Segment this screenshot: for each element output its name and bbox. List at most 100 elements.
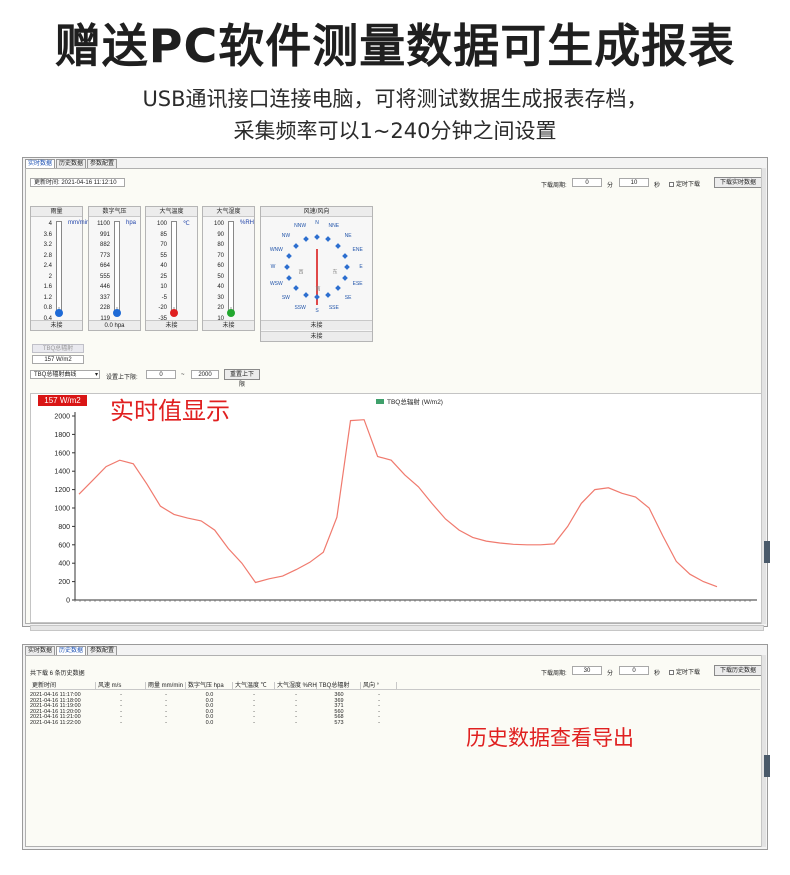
range-high-input[interactable]: 2000 (191, 370, 219, 379)
gauge-tick-label: 25 (160, 273, 167, 280)
y-tick-label: 600 (58, 542, 70, 549)
history-panel: 共下载 6 条历史数据 下载周期: 30 分 0 秒 定时下载 下载历史数据 更… (25, 655, 765, 847)
gauge-title: 数字气压 (89, 207, 140, 217)
gauge-tick-label: -5 (161, 294, 167, 301)
tab-realtime[interactable]: 实时数据 (25, 159, 56, 168)
gauge-tick-label: 1.2 (43, 294, 52, 301)
compass-arrow-icon (344, 264, 350, 270)
seconds-input[interactable]: 10 (619, 178, 649, 187)
col-header[interactable]: TBQ总辐射 (317, 682, 361, 689)
gauge-tick-label: 50 (217, 273, 224, 280)
wind-dir-footer: 未接 (261, 331, 372, 341)
tab-realtime-2[interactable]: 实时数据 (25, 646, 56, 655)
thermometer-tube-icon (171, 221, 177, 311)
compass-direction-label: ENE (352, 247, 363, 254)
history-window: 实时数据 历史数据 参数配置 共下载 6 条历史数据 下载周期: 30 分 0 … (22, 644, 770, 850)
compass-arrow-icon (302, 236, 309, 243)
timed-download-checkbox-2[interactable]: 定时下载 (669, 667, 700, 676)
gauge-tick-label: -20 (158, 305, 167, 311)
minutes-input[interactable]: 0 (572, 178, 602, 187)
gauge-tick-label: 882 (99, 242, 110, 248)
gauge-tick-label: 80 (217, 242, 224, 248)
gauge-tick-label: 664 (99, 263, 110, 269)
y-tick-label: 1400 (54, 469, 70, 476)
compass-direction-label: WSW (269, 280, 283, 287)
compass-direction-label: NE (344, 232, 352, 239)
gauge-footer: 未接 (146, 320, 197, 330)
curve-select[interactable]: TBQ总辐射曲线 ▾ (30, 370, 100, 379)
gauge-tick-label: 90 (217, 231, 224, 238)
gauge-tick-label: 40 (160, 263, 167, 269)
gauge-tick-label: 85 (160, 231, 167, 238)
gauge-tick-label: 1.6 (43, 284, 52, 290)
gauge-tick-label: 3.2 (43, 242, 52, 248)
col-header[interactable]: 风向 ° (361, 682, 397, 689)
compass-arrow-icon (325, 291, 332, 298)
col-header[interactable]: 大气湿度 %RH (275, 682, 317, 689)
y-tick-label: 400 (58, 561, 70, 568)
col-header[interactable]: 更新时间 (30, 682, 96, 689)
gauge-tick-label: 100 (213, 221, 224, 227)
gauge-tick-label: 40 (217, 284, 224, 290)
compass-arrow-icon (292, 285, 299, 292)
gauge-tick-label: 70 (217, 252, 224, 259)
gauge-title: 大气温度 (146, 207, 197, 217)
tbq-chart-svg: 0200400600800100012001400160018002000TTB… (54, 397, 766, 608)
compass-direction-label: W (270, 264, 276, 270)
tab-history[interactable]: 历史数据 (56, 159, 87, 168)
col-header[interactable]: 雨量 mm/min (146, 682, 186, 689)
gauge-tick-label: 991 (99, 231, 110, 238)
table-cell: 2021-04-16 11:22:00 (30, 720, 81, 726)
table-cell: 573 (334, 720, 344, 726)
download-realtime-button[interactable]: 下载实时数据 (714, 177, 762, 188)
compass-direction-label: E (359, 264, 363, 270)
gauge-tick-label: 70 (160, 242, 167, 248)
y-tick-label: 1000 (54, 506, 70, 513)
compass-arrow-icon (325, 236, 332, 243)
compass-direction-label: S (315, 308, 319, 314)
tab-settings[interactable]: 参数配置 (87, 159, 118, 168)
y-tick-label: 2000 (54, 414, 70, 421)
tab-bar: 实时数据 历史数据 参数配置 (25, 159, 118, 168)
realtime-panel: 更新时间: 2021-04-16 11:12:10 下载周期: 0 分 10 秒… (25, 168, 766, 631)
gauge-footer: 未接 (31, 320, 82, 330)
col-header[interactable]: 风速 m/s (96, 682, 146, 689)
timed-download-label: 定时下载 (676, 182, 701, 188)
seconds-unit-2: 秒 (654, 671, 661, 677)
reset-range-button[interactable]: 重置上下限 (224, 369, 260, 388)
minutes-input-2[interactable]: 30 (572, 666, 602, 675)
y-tick-label: 1600 (54, 450, 70, 457)
vertical-scrollbar-2[interactable] (761, 655, 766, 847)
download-period-label: 下载周期: (541, 183, 567, 189)
col-header[interactable]: 大气温度 ℃ (233, 682, 275, 689)
table-cell: - (295, 720, 297, 726)
range-label: 设置上下限: (106, 375, 138, 381)
range-low-input[interactable]: 0 (146, 370, 176, 379)
thermometer-bulb-icon (113, 309, 121, 317)
tab-history-2[interactable]: 历史数据 (56, 646, 87, 655)
y-tick-label: 0 (66, 598, 70, 605)
y-tick-label: 1800 (54, 432, 70, 439)
compass-arrow-icon (292, 242, 299, 249)
gauge-tick-label: 2.4 (43, 263, 52, 269)
seconds-input-2[interactable]: 0 (619, 666, 649, 675)
checkbox-icon (669, 181, 674, 187)
gauge-unit: mm/min (68, 220, 90, 226)
table-row[interactable]: 2021-04-16 11:22:00 - - 0.0 - - 573 - (30, 720, 397, 727)
timed-download-checkbox[interactable]: 定时下载 (669, 179, 700, 188)
gauge-unit: ℃ (183, 221, 190, 227)
compass-arrow-icon (302, 291, 309, 298)
scroll-handle[interactable] (764, 541, 770, 563)
history-table-header: 更新时间 风速 m/s 雨量 mm/min 数字气压 hpa 大气温度 ℃ 大气… (30, 682, 760, 690)
scroll-handle-2[interactable] (764, 755, 770, 777)
download-period-label-2: 下载周期: (541, 671, 567, 677)
download-history-button[interactable]: 下载历史数据 (714, 665, 762, 676)
chevron-down-icon: ▾ (94, 372, 98, 378)
wind-compass: 风速/风向 西 东 南 N NNE NE ENE E ESE SE SSE S SSW SW WSW W… (260, 206, 373, 342)
compass-arrow-icon (341, 275, 348, 282)
col-header[interactable]: 数字气压 hpa (186, 682, 233, 689)
horizontal-scrollbar[interactable] (30, 625, 764, 631)
tab-settings-2[interactable]: 参数配置 (87, 646, 118, 655)
tbq-chart: 0200400600800100012001400160018002000TTB… (30, 393, 766, 623)
compass-arrow-icon (286, 252, 293, 259)
